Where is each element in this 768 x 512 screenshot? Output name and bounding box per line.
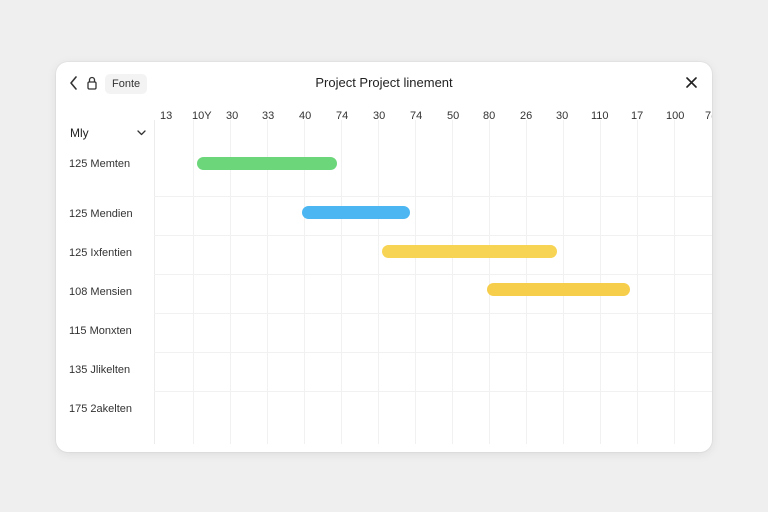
timeline-tick: 100	[666, 110, 685, 122]
grid-line-vertical	[637, 120, 638, 444]
row-label: 108 Mensien	[69, 286, 132, 298]
timeline-tick: 7(	[705, 110, 712, 122]
grid-line-horizontal	[154, 235, 712, 236]
chevron-left-icon	[70, 76, 77, 90]
row-label: 125 Ixfentien	[69, 247, 132, 259]
grid-line-vertical	[563, 120, 564, 444]
timeline-tick: 74	[336, 110, 349, 122]
timeline-tick: 30	[373, 110, 386, 122]
group-filter-dropdown[interactable]: Mly	[70, 126, 146, 142]
row-label: 125 Mendien	[69, 208, 133, 220]
timeline-tick: 74	[410, 110, 423, 122]
row-label: 125 Memten	[69, 158, 131, 170]
lock-icon	[87, 76, 97, 90]
font-chip[interactable]: Fonte	[105, 74, 148, 94]
timeline-tick: 30	[226, 110, 239, 122]
grid-line-horizontal	[154, 391, 712, 392]
page-title: Project Project linement	[315, 75, 453, 90]
grid-line-vertical	[452, 120, 453, 444]
row-label: 135 Jlikelten	[69, 364, 131, 376]
label-column-divider	[154, 120, 155, 444]
grid-line-vertical	[600, 120, 601, 444]
timeline-tick: 10Y	[192, 110, 212, 122]
close-icon	[685, 76, 697, 88]
grid-line-horizontal	[154, 313, 712, 314]
grid-line-vertical	[489, 120, 490, 444]
grid-line-vertical	[341, 120, 342, 444]
timeline-tick: 40	[299, 110, 312, 122]
timeline-tick: 13	[160, 110, 173, 122]
close-button[interactable]	[684, 75, 698, 89]
group-filter-label: Mly	[70, 126, 89, 140]
window-header: Fonte Project Project linement	[56, 62, 712, 106]
timeline-tick: 33	[262, 110, 275, 122]
grid-line-vertical	[674, 120, 675, 444]
row-label: 115 Monxten	[69, 325, 132, 337]
task-bar[interactable]	[197, 157, 337, 170]
timeline-tick: 50	[447, 110, 460, 122]
grid-line-horizontal	[154, 352, 712, 353]
grid-line-vertical	[193, 120, 194, 444]
grid-line-horizontal	[154, 196, 712, 197]
grid-line-vertical	[526, 120, 527, 444]
task-bar[interactable]	[302, 206, 410, 219]
task-bar[interactable]	[487, 283, 630, 296]
lock-button[interactable]	[85, 75, 99, 91]
grid-line-vertical	[378, 120, 379, 444]
gantt-window: Fonte Project Project linement 13 10Y 30…	[56, 62, 712, 452]
grid-line-horizontal	[154, 274, 712, 275]
chevron-down-icon	[137, 130, 146, 136]
back-button[interactable]	[66, 74, 82, 92]
task-bar[interactable]	[382, 245, 557, 258]
row-label: 175 2akelten	[69, 403, 132, 415]
grid-line-vertical	[415, 120, 416, 444]
